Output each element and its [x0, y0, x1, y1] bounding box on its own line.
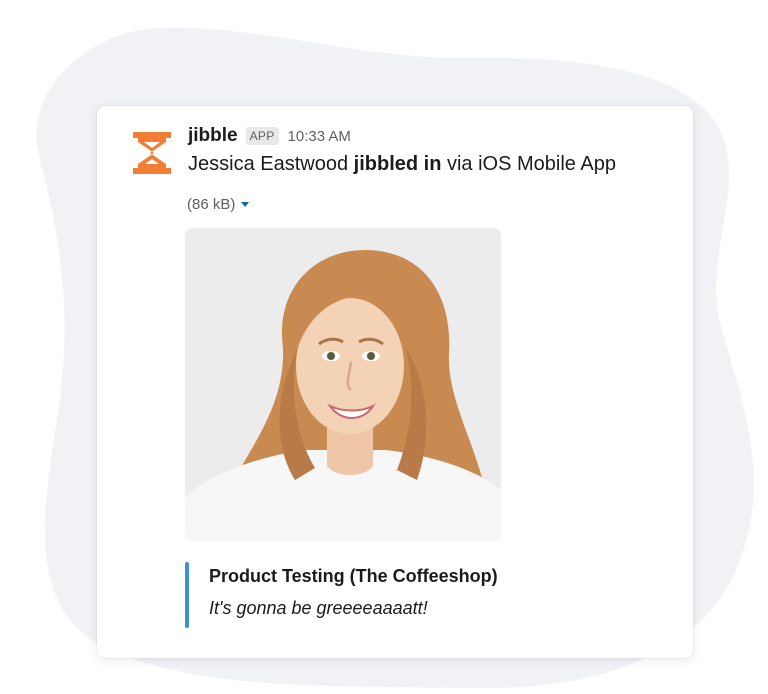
message-header: jibble APP 10:33 AM	[188, 125, 351, 147]
caret-down-icon[interactable]	[241, 202, 250, 207]
timestamp[interactable]: 10:33 AM	[288, 128, 351, 145]
app-badge: APP	[245, 127, 279, 145]
jibble-hourglass-logo-icon[interactable]	[133, 132, 171, 174]
portrait-illustration	[185, 228, 501, 542]
attachment-text: It's gonna be greeeeaaaatt!	[209, 598, 428, 618]
app-name[interactable]: jibble	[188, 125, 238, 147]
action-text: jibbled in	[353, 153, 442, 175]
user-photo[interactable]	[185, 228, 501, 542]
attachment-title: Product Testing (The Coffeeshop)	[209, 566, 498, 586]
via-text: via iOS Mobile App	[446, 153, 616, 175]
attachment: Product Testing (The Coffeeshop) It's go…	[185, 562, 605, 628]
user-name: Jessica Eastwood	[188, 153, 349, 175]
file-size-toggle[interactable]: (86 kB)	[187, 196, 250, 213]
file-size: (86 kB)	[187, 196, 236, 213]
message-text: Jessica Eastwood jibbled in via iOS Mobi…	[188, 153, 616, 176]
attachment-bar	[185, 562, 189, 628]
message-card: jibble APP 10:33 AM Jessica Eastwood jib…	[97, 106, 693, 658]
